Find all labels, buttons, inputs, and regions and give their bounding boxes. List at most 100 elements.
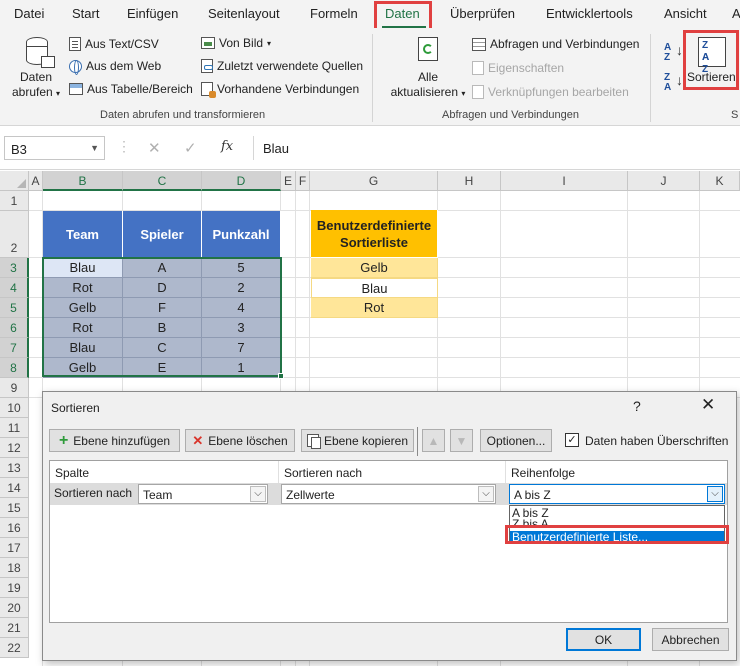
from-table-range-button[interactable]: Aus Tabelle/Bereich — [69, 79, 193, 99]
chevron-down-icon[interactable]: ⌵ — [250, 486, 266, 502]
has-headers-checkbox[interactable]: ✓ — [565, 433, 579, 447]
table-cell[interactable]: F — [123, 298, 202, 318]
name-box[interactable]: B3 ▼ — [4, 136, 105, 160]
table-cell[interactable]: Gelb — [43, 358, 123, 378]
table-cell[interactable]: Gelb — [43, 298, 123, 318]
properties-button[interactable]: Eigenschaften — [472, 58, 564, 78]
chevron-down-icon[interactable]: ▼ — [90, 143, 99, 153]
table-cell[interactable]: 1 — [202, 358, 281, 378]
from-picture-button[interactable]: Von Bild ▾ — [201, 33, 271, 53]
table-cell[interactable]: D — [123, 278, 202, 298]
table-header-cell[interactable]: Team — [43, 211, 123, 258]
column-header[interactable]: C — [123, 171, 202, 191]
row-header[interactable]: 22 — [0, 638, 29, 658]
edit-links-button[interactable]: Verknüpfungen bearbeiten — [472, 82, 629, 102]
row-header[interactable]: 11 — [0, 418, 29, 438]
queries-connections-button[interactable]: Abfragen und Verbindungen — [472, 34, 639, 54]
row-header[interactable]: 2 — [0, 211, 29, 258]
column-header[interactable]: A — [29, 171, 43, 191]
insert-function-icon[interactable]: fx — [221, 139, 233, 154]
fill-handle[interactable] — [278, 373, 284, 379]
from-text-csv-button[interactable]: Aus Text/CSV — [69, 34, 159, 54]
sort-order-select[interactable]: A bis Z ⌵ — [509, 484, 725, 504]
cancel-button[interactable]: Abbrechen — [652, 628, 729, 651]
tab-einfuegen[interactable]: Einfügen — [127, 6, 178, 21]
recent-sources-button[interactable]: Zuletzt verwendete Quellen — [201, 56, 363, 76]
delete-level-button[interactable]: ✕ Ebene löschen — [185, 429, 295, 452]
tab-datei[interactable]: Datei — [14, 6, 44, 21]
row-header[interactable]: 16 — [0, 518, 29, 538]
row-header[interactable]: 15 — [0, 498, 29, 518]
row-header[interactable]: 5 — [0, 298, 29, 318]
close-icon[interactable]: ✕ — [701, 395, 715, 415]
custom-list-item[interactable]: Gelb — [311, 258, 438, 278]
select-all-corner[interactable] — [0, 171, 29, 191]
row-header[interactable]: 7 — [0, 338, 29, 358]
column-header[interactable]: B — [43, 171, 123, 191]
tab-formeln[interactable]: Formeln — [310, 6, 358, 21]
table-cell[interactable]: B — [123, 318, 202, 338]
tab-overflow[interactable]: A — [732, 6, 740, 21]
table-cell[interactable]: 2 — [202, 278, 281, 298]
table-cell[interactable]: 5 — [202, 258, 281, 278]
tab-ansicht[interactable]: Ansicht — [664, 6, 707, 21]
row-header[interactable]: 4 — [0, 278, 29, 298]
row-header[interactable]: 3 — [0, 258, 29, 278]
move-down-button[interactable]: ▼ — [450, 429, 473, 452]
row-header[interactable]: 21 — [0, 618, 29, 638]
options-button[interactable]: Optionen... — [480, 429, 552, 452]
table-cell[interactable]: 3 — [202, 318, 281, 338]
tab-seitenlayout[interactable]: Seitenlayout — [208, 6, 280, 21]
row-header[interactable]: 9 — [0, 378, 29, 398]
add-level-button[interactable]: + Ebene hinzufügen — [49, 429, 180, 452]
row-header[interactable]: 20 — [0, 598, 29, 618]
column-header[interactable]: H — [438, 171, 501, 191]
chevron-down-icon[interactable]: ⌵ — [707, 486, 723, 502]
table-cell[interactable]: Rot — [43, 278, 123, 298]
column-header[interactable]: E — [281, 171, 296, 191]
table-cell[interactable]: C — [123, 338, 202, 358]
custom-list-header[interactable]: Benutzerdefinierte Sortierliste — [311, 210, 438, 258]
table-cell[interactable]: 4 — [202, 298, 281, 318]
row-header[interactable]: 13 — [0, 458, 29, 478]
table-header-cell[interactable]: Punkzahl — [202, 211, 281, 258]
row-header[interactable]: 18 — [0, 558, 29, 578]
table-cell[interactable]: A — [123, 258, 202, 278]
row-header[interactable]: 17 — [0, 538, 29, 558]
move-up-button[interactable]: ▲ — [422, 429, 445, 452]
row-header[interactable]: 19 — [0, 578, 29, 598]
table-header-cell[interactable]: Spieler — [123, 211, 202, 258]
column-header[interactable]: G — [310, 171, 438, 191]
table-cell[interactable]: 7 — [202, 338, 281, 358]
chevron-down-icon[interactable]: ⌵ — [478, 486, 494, 502]
row-header[interactable]: 12 — [0, 438, 29, 458]
tab-ueberpruefen[interactable]: Überprüfen — [450, 6, 515, 21]
row-header[interactable]: 8 — [0, 358, 29, 378]
table-cell[interactable]: Rot — [43, 318, 123, 338]
table-cell[interactable]: E — [123, 358, 202, 378]
existing-connections-button[interactable]: Vorhandene Verbindungen — [201, 79, 359, 99]
table-cell[interactable]: Blau — [43, 258, 123, 278]
enter-icon[interactable]: ✓ — [184, 139, 197, 157]
row-header[interactable]: 6 — [0, 318, 29, 338]
row-header[interactable]: 10 — [0, 398, 29, 418]
custom-list-item[interactable]: Blau — [311, 278, 438, 298]
formula-input[interactable]: Blau — [253, 136, 740, 160]
table-cell[interactable]: Blau — [43, 338, 123, 358]
custom-list-item[interactable]: Rot — [311, 298, 438, 318]
ok-button[interactable]: OK — [566, 628, 641, 651]
tab-start[interactable]: Start — [72, 6, 99, 21]
from-web-button[interactable]: Aus dem Web — [69, 56, 161, 76]
column-header[interactable]: D — [202, 171, 281, 191]
tab-entwicklertools[interactable]: Entwicklertools — [546, 6, 633, 21]
column-header[interactable]: J — [628, 171, 700, 191]
row-header[interactable]: 1 — [0, 191, 29, 211]
row-header[interactable]: 14 — [0, 478, 29, 498]
column-header[interactable]: K — [700, 171, 740, 191]
column-header[interactable]: F — [296, 171, 310, 191]
sort-column-select[interactable]: Team ⌵ — [138, 484, 268, 504]
copy-level-button[interactable]: Ebene kopieren — [301, 429, 414, 452]
cancel-icon[interactable]: ✕ — [148, 139, 161, 157]
column-header[interactable]: I — [501, 171, 628, 191]
help-icon[interactable]: ? — [633, 398, 641, 414]
